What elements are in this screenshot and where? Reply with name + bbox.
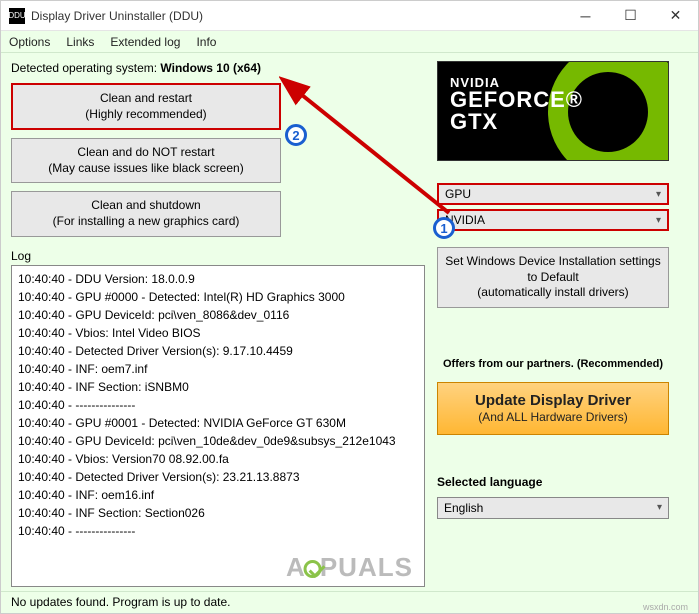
log-line: 10:40:40 - DDU Version: 18.0.0.9 bbox=[18, 270, 418, 288]
log-textarea[interactable]: 10:40:40 - DDU Version: 18.0.0.910:40:40… bbox=[11, 265, 425, 587]
log-label: Log bbox=[11, 249, 425, 263]
clean-norestart-button[interactable]: Clean and do NOT restart (May cause issu… bbox=[11, 138, 281, 183]
menubar: Options Links Extended log Info bbox=[1, 31, 698, 53]
annotation-marker-2: 2 bbox=[285, 124, 307, 146]
log-line: 10:40:40 - Vbios: Version70 08.92.00.fa bbox=[18, 450, 418, 468]
chevron-down-icon: ▾ bbox=[656, 215, 661, 226]
left-panel: Detected operating system: Windows 10 (x… bbox=[11, 61, 425, 587]
window-title: Display Driver Uninstaller (DDU) bbox=[31, 9, 563, 23]
log-line: 10:40:40 - INF Section: Section026 bbox=[18, 504, 418, 522]
device-type-select[interactable]: GPU ▾ bbox=[437, 183, 669, 205]
maximize-button[interactable]: ☐ bbox=[608, 1, 653, 31]
chevron-down-icon: ▾ bbox=[657, 502, 662, 513]
close-button[interactable]: ✕ bbox=[653, 1, 698, 31]
log-line: 10:40:40 - GPU #0000 - Detected: Intel(R… bbox=[18, 288, 418, 306]
app-window: DDU Display Driver Uninstaller (DDU) ─ ☐… bbox=[0, 0, 699, 614]
annotation-marker-1: 1 bbox=[433, 217, 455, 239]
detected-os-value: Windows 10 (x64) bbox=[160, 61, 261, 75]
menu-options[interactable]: Options bbox=[9, 35, 50, 49]
log-line: 10:40:40 - INF: oem7.inf bbox=[18, 360, 418, 378]
log-line: 10:40:40 - Detected Driver Version(s): 9… bbox=[18, 342, 418, 360]
language-label: Selected language bbox=[437, 475, 669, 489]
log-line: 10:40:40 - INF Section: iSNBM0 bbox=[18, 378, 418, 396]
log-line: 10:40:40 - GPU DeviceId: pci\ven_8086&de… bbox=[18, 306, 418, 324]
menu-extended-log[interactable]: Extended log bbox=[110, 35, 180, 49]
chevron-down-icon: ▾ bbox=[656, 189, 661, 200]
log-line: 10:40:40 - Vbios: Intel Video BIOS bbox=[18, 324, 418, 342]
clean-shutdown-line2: (For installing a new graphics card) bbox=[20, 214, 272, 230]
source-watermark: wsxdn.com bbox=[643, 602, 688, 612]
clean-norestart-line1: Clean and do NOT restart bbox=[20, 145, 272, 161]
right-panel: NVIDIA GEFORCE® GTX GPU ▾ NVIDIA ▾ Set W… bbox=[437, 61, 688, 587]
update-driver-button[interactable]: Update Display Driver (And ALL Hardware … bbox=[437, 382, 669, 435]
update-line1: Update Display Driver bbox=[442, 391, 664, 411]
set-default-line2: to Default bbox=[442, 270, 664, 286]
gpu-brand-card: NVIDIA GEFORCE® GTX bbox=[437, 61, 669, 161]
status-text: No updates found. Program is up to date. bbox=[11, 595, 230, 609]
language-select[interactable]: English ▾ bbox=[437, 497, 669, 519]
language-value: English bbox=[444, 501, 483, 515]
device-type-value: GPU bbox=[445, 187, 471, 201]
app-icon: DDU bbox=[9, 8, 25, 24]
minimize-button[interactable]: ─ bbox=[563, 1, 608, 31]
menu-links[interactable]: Links bbox=[66, 35, 94, 49]
log-line: 10:40:40 - --------------- bbox=[18, 396, 418, 414]
log-line: 10:40:40 - Detected Driver Version(s): 2… bbox=[18, 468, 418, 486]
titlebar: DDU Display Driver Uninstaller (DDU) ─ ☐… bbox=[1, 1, 698, 31]
gpu-brand-text: NVIDIA GEFORCE® GTX bbox=[450, 76, 583, 133]
log-line: 10:40:40 - --------------- bbox=[18, 522, 418, 540]
vendor-select[interactable]: NVIDIA ▾ bbox=[437, 209, 669, 231]
select-group: GPU ▾ NVIDIA ▾ bbox=[437, 183, 688, 231]
brand-geforce: GEFORCE® bbox=[450, 89, 583, 111]
update-line2: (And ALL Hardware Drivers) bbox=[442, 410, 664, 426]
clean-shutdown-button[interactable]: Clean and shutdown (For installing a new… bbox=[11, 191, 281, 236]
detected-os-label: Detected operating system: bbox=[11, 61, 160, 75]
content-area: Detected operating system: Windows 10 (x… bbox=[1, 53, 698, 591]
clean-norestart-line2: (May cause issues like black screen) bbox=[20, 161, 272, 177]
brand-gtx: GTX bbox=[450, 111, 583, 133]
set-default-line1: Set Windows Device Installation settings bbox=[442, 254, 664, 270]
menu-info[interactable]: Info bbox=[196, 35, 216, 49]
detected-os: Detected operating system: Windows 10 (x… bbox=[11, 61, 425, 75]
offers-label: Offers from our partners. (Recommended) bbox=[437, 358, 669, 370]
log-line: 10:40:40 - GPU DeviceId: pci\ven_10de&de… bbox=[18, 432, 418, 450]
set-default-line3: (automatically install drivers) bbox=[442, 285, 664, 301]
log-line: 10:40:40 - GPU #0001 - Detected: NVIDIA … bbox=[18, 414, 418, 432]
log-line: 10:40:40 - INF: oem16.inf bbox=[18, 486, 418, 504]
clean-restart-line2: (Highly recommended) bbox=[21, 107, 271, 123]
set-default-button[interactable]: Set Windows Device Installation settings… bbox=[437, 247, 669, 308]
statusbar: No updates found. Program is up to date. bbox=[1, 591, 698, 613]
clean-restart-button[interactable]: Clean and restart (Highly recommended) bbox=[11, 83, 281, 130]
clean-shutdown-line1: Clean and shutdown bbox=[20, 198, 272, 214]
clean-restart-line1: Clean and restart bbox=[21, 91, 271, 107]
